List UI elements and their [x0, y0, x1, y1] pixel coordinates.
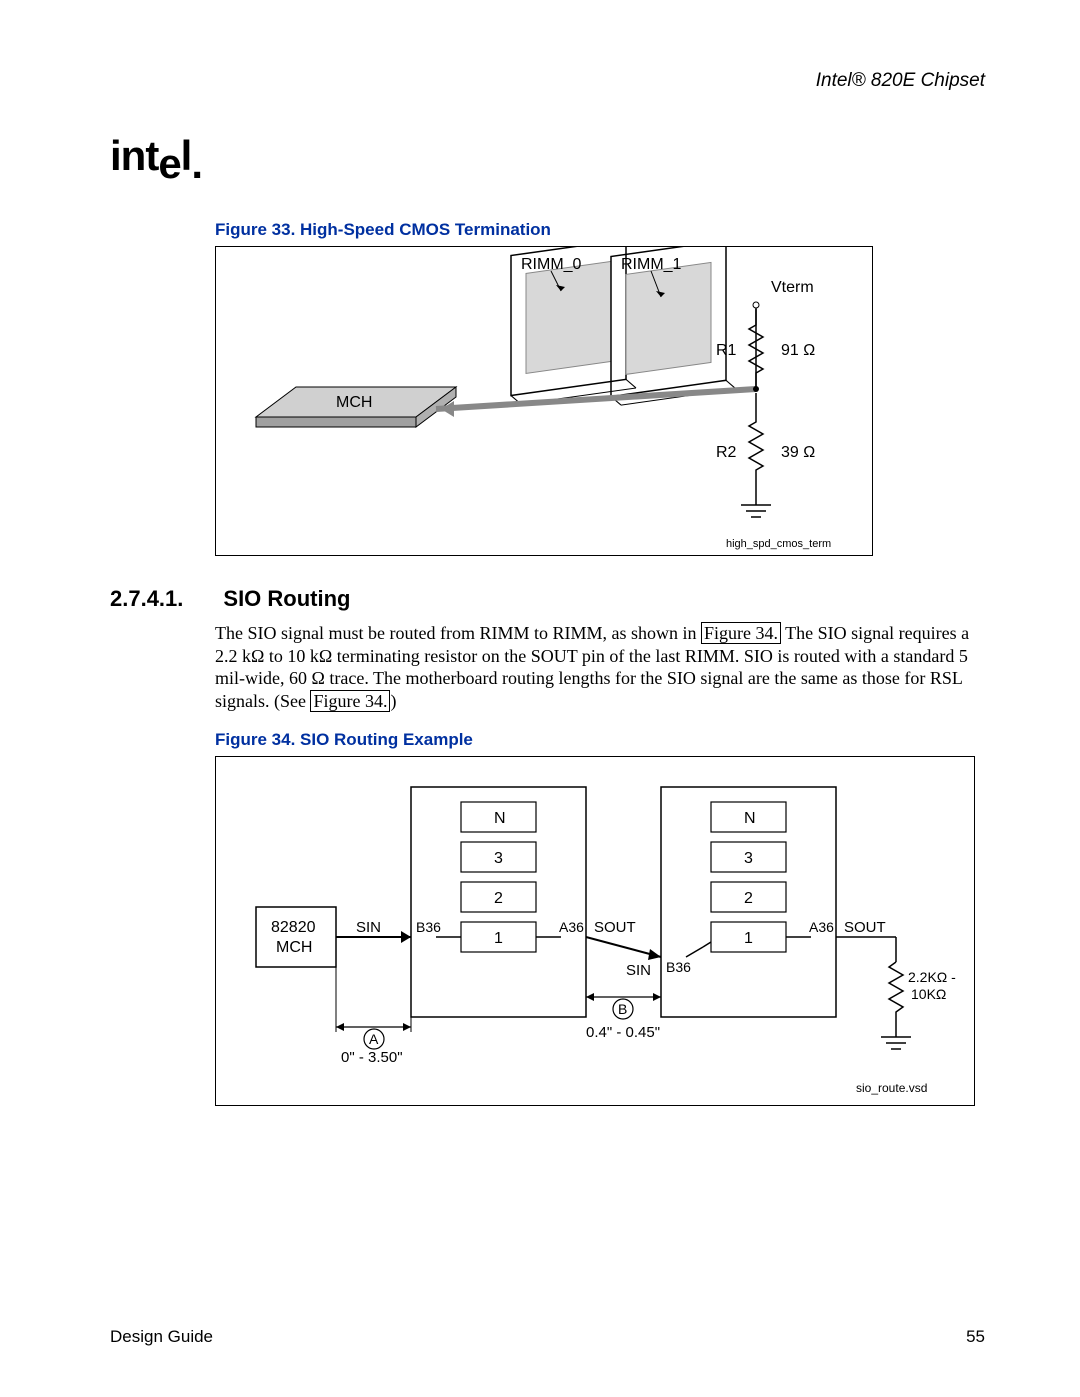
dim-a-label: A: [369, 1031, 379, 1047]
rimm1-label: RIMM_1: [621, 256, 682, 273]
sout-label-2: SOUT: [844, 919, 886, 936]
term-value-2: 10KΩ: [911, 986, 946, 1002]
box2-1: 2: [494, 890, 503, 907]
sin-label-1: SIN: [356, 919, 381, 936]
r2-label: R2: [716, 444, 737, 461]
a36-label-2: A36: [809, 919, 834, 935]
footer-right: 55: [966, 1327, 985, 1347]
figure-34-caption: Figure 34. SIO Routing Example: [215, 730, 985, 750]
box1-1: 1: [494, 930, 503, 947]
r1-value: 91 Ω: [781, 342, 815, 359]
vterm-label: Vterm: [771, 279, 814, 296]
figure-34-diagram: 82820 MCH SIN B36 A36 N 3 2 1 SOUT SIN B…: [215, 756, 975, 1106]
section-number: 2.7.4.1.: [110, 586, 183, 612]
term-value-1: 2.2KΩ -: [908, 969, 956, 985]
fig34-filename: sio_route.vsd: [856, 1081, 927, 1095]
r2-value: 39 Ω: [781, 444, 815, 461]
footer-left: Design Guide: [110, 1327, 213, 1347]
figure-33-caption: Figure 33. High-Speed CMOS Termination: [215, 220, 985, 240]
mch-label: MCH: [336, 394, 372, 411]
box3-2: 3: [744, 850, 753, 867]
mch-chip-label2: MCH: [276, 939, 312, 956]
dim-a-range: 0" - 3.50": [341, 1049, 403, 1066]
mch-chip-label: 82820: [271, 919, 316, 936]
b36-label-2: B36: [666, 959, 691, 975]
document-title: Intel® 820E Chipset: [816, 70, 985, 92]
box2-2: 2: [744, 890, 753, 907]
section-heading: 2.7.4.1. SIO Routing: [110, 586, 985, 612]
figure-33-diagram: MCH RIMM_0 RIMM_1 Vterm R1 91 Ω R2: [215, 246, 873, 556]
sin-label-2: SIN: [626, 962, 651, 979]
rimm0-label: RIMM_0: [521, 256, 582, 273]
intel-logo: intel.: [110, 132, 985, 180]
sout-label-1: SOUT: [594, 919, 636, 936]
page-footer: Design Guide 55: [110, 1327, 985, 1347]
dim-b-label: B: [618, 1001, 627, 1017]
figure-34-link-1[interactable]: Figure 34.: [701, 622, 781, 644]
section-title: SIO Routing: [223, 586, 350, 612]
dim-b-range: 0.4" - 0.45": [586, 1024, 660, 1041]
page-header: Intel® 820E Chipset: [110, 70, 985, 92]
figure-34-link-2[interactable]: Figure 34.: [310, 690, 390, 712]
a36-label-1: A36: [559, 919, 584, 935]
box3-1: 3: [494, 850, 503, 867]
section-paragraph: The SIO signal must be routed from RIMM …: [215, 622, 985, 712]
box1-2: 1: [744, 930, 753, 947]
b36-label-1: B36: [416, 919, 441, 935]
n-box-2: N: [744, 810, 756, 827]
fig33-filename: high_spd_cmos_term: [726, 538, 831, 550]
r1-label: R1: [716, 342, 737, 359]
n-box-1: N: [494, 810, 506, 827]
